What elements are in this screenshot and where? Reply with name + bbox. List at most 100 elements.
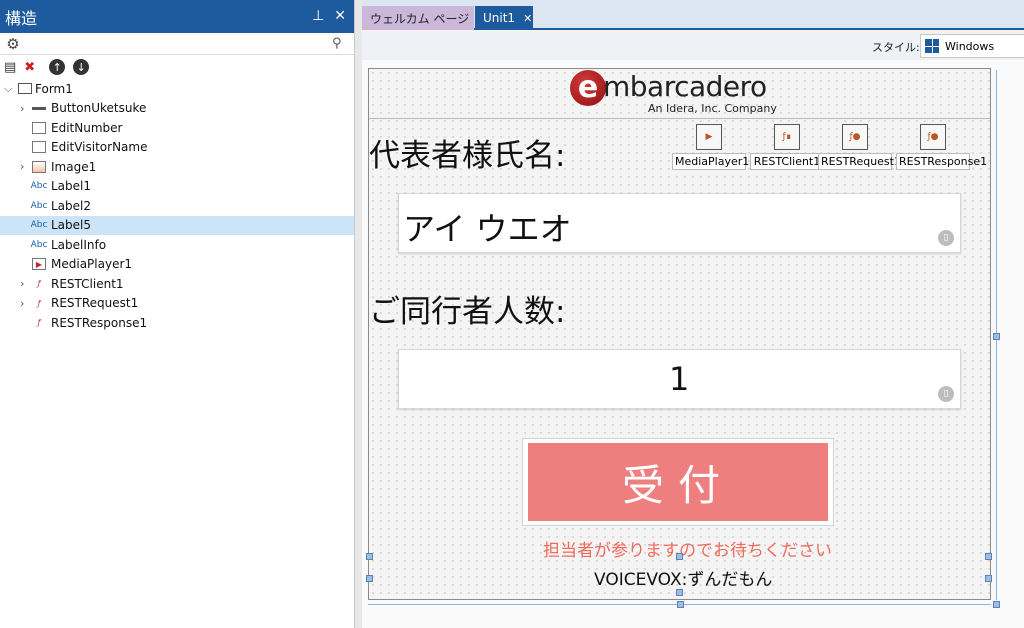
label-visitor-name[interactable]: 代表者様氏名: [369,130,565,175]
tree-item[interactable]: › ButtonUketsuke [0,99,354,119]
form-icon [18,83,32,95]
chevron-right-icon[interactable]: › [20,102,24,115]
label-icon: Abc [30,239,48,250]
component-label: MediaPlayer1 [672,153,749,170]
style-bar: スタイル: Windows [362,32,1024,60]
component-label: RESTClient1 [750,153,824,170]
tree-item-label: LabelInfo [51,237,107,252]
tab-unit1[interactable]: Unit1 ✕ [475,6,533,30]
mediaplayer1-component[interactable]: ▶ MediaPlayer1 [672,124,749,170]
label-voicevox[interactable]: VOICEVOX:ずんだもん [594,565,772,590]
rest-request-icon: ƒ● [842,124,868,150]
structure-titlebar: 構造 ⊥ ✕ [0,0,354,33]
gear-icon[interactable]: ⚙ [0,35,26,53]
move-up-icon[interactable]: ↑ [49,59,66,75]
button-uketsuke[interactable]: 受付 [528,443,828,521]
structure-panel: 構造 ⊥ ✕ ⚙ ⚲ ▤ ✖ ↑ ↓ ⌵ Form1 › ButtonUketsuke… [0,0,354,628]
structure-title: 構造 [5,8,38,28]
resize-handle[interactable] [677,601,684,608]
resize-handle[interactable] [993,601,1000,608]
rest-icon: ƒ [37,318,41,328]
tree-item[interactable]: Abc Label1 [0,177,354,197]
restrequest1-component[interactable]: ƒ● RESTRequest1 [818,124,901,170]
rest-icon: ƒ [37,298,41,308]
embarcadero-logo-e-icon: e [570,70,606,106]
tree-item[interactable]: ⌵ Form1 [0,79,354,99]
tree-item-label: RESTRequest1 [51,296,139,311]
delete-item-icon[interactable]: ✖ [24,60,35,75]
tree-item-label: ButtonUketsuke [51,101,147,116]
style-select-value: Windows [945,39,995,53]
label-companions[interactable]: ご同行者人数: [369,286,565,331]
structure-tree: ⌵ Form1 › ButtonUketsuke EditNumber EditVisit… [0,79,354,333]
tree-item-label: RESTClient1 [51,276,124,291]
windows-icon [925,39,939,53]
editor-tabs: ウェルカム ページ Unit1 ✕ [362,0,1024,30]
tree-item[interactable]: Abc LabelInfo [0,235,354,255]
tree-item[interactable]: EditVisitorName [0,138,354,158]
tab-label: ウェルカム ページ [370,11,470,26]
close-icon[interactable]: ✕ [334,8,346,24]
clear-field-icon[interactable]: ▯ [938,230,954,246]
structure-search-input[interactable] [26,33,332,54]
tree-item-label: RESTResponse1 [51,315,148,330]
label-info[interactable]: 担当者が参りますのでお待ちください [543,536,832,561]
tab-label: Unit1 [483,11,516,25]
edit-number[interactable]: 1 ▯ [398,349,961,409]
close-tab-icon[interactable]: ✕ [523,12,532,25]
resize-handle[interactable] [676,589,683,596]
resize-handle[interactable] [366,575,373,582]
new-item-icon[interactable]: ▤ [4,60,16,75]
chevron-right-icon[interactable]: › [20,297,24,310]
chevron-right-icon[interactable]: › [20,160,24,173]
clear-field-icon[interactable]: ▯ [938,386,954,402]
restclient1-component[interactable]: ƒ∎ RESTClient1 [750,124,824,170]
label-icon: Abc [30,220,48,231]
structure-toolbar: ▤ ✖ ↑ ↓ [0,55,354,79]
button-icon [32,106,46,110]
tree-item[interactable]: › Image1 [0,157,354,177]
resize-handle[interactable] [366,553,373,560]
tree-item-label: Form1 [35,81,73,96]
structure-search-row: ⚙ ⚲ [0,33,354,55]
rest-icon: ƒ [37,279,41,289]
restresponse1-component[interactable]: ƒ● RESTResponse1 [896,124,987,170]
rest-response-icon: ƒ● [920,124,946,150]
mediaplayer-icon: ▶ [32,258,46,271]
pin-icon[interactable]: ⊥ [312,8,324,24]
component-label: RESTResponse1 [896,153,987,170]
resize-handle[interactable] [985,575,992,582]
style-select[interactable]: Windows [920,34,1024,58]
tree-item[interactable]: › ƒ RESTRequest1 [0,294,354,314]
tree-item[interactable]: Abc Label5 [0,215,354,235]
edit-icon [32,121,46,134]
tree-item[interactable]: › ƒ RESTClient1 [0,274,354,294]
logo-text: mbarcadero [603,70,767,103]
tree-item-label: Image1 [51,159,97,174]
tree-item[interactable]: ▶ MediaPlayer1 [0,255,354,275]
search-icon[interactable]: ⚲ [332,36,354,51]
chevron-down-icon[interactable]: ⌵ [4,82,12,96]
mediaplayer-icon: ▶ [696,124,722,150]
tab-welcome-page[interactable]: ウェルカム ページ [362,6,474,30]
label-icon: Abc [30,181,48,192]
rest-client-icon: ƒ∎ [774,124,800,150]
style-label: スタイル: [872,41,920,54]
tree-item-label: MediaPlayer1 [51,257,133,272]
image-icon [32,160,46,173]
tree-item-label: EditNumber [51,120,123,135]
resize-handle[interactable] [993,333,1000,340]
edit-visitor-name[interactable]: アイ ウエオ ▯ [398,193,961,253]
chevron-right-icon[interactable]: › [20,277,24,290]
resize-handle[interactable] [676,553,683,560]
move-down-icon[interactable]: ↓ [73,59,90,75]
tree-item[interactable]: ƒ RESTResponse1 [0,313,354,333]
label-icon: Abc [30,200,48,211]
tree-item-label: EditVisitorName [51,140,148,155]
edit-number-value: 1 [669,360,690,398]
resize-handle[interactable] [985,553,992,560]
panel-splitter[interactable] [354,0,362,628]
component-label: RESTRequest1 [818,153,901,170]
tree-item[interactable]: EditNumber [0,118,354,138]
tree-item[interactable]: Abc Label2 [0,196,354,216]
